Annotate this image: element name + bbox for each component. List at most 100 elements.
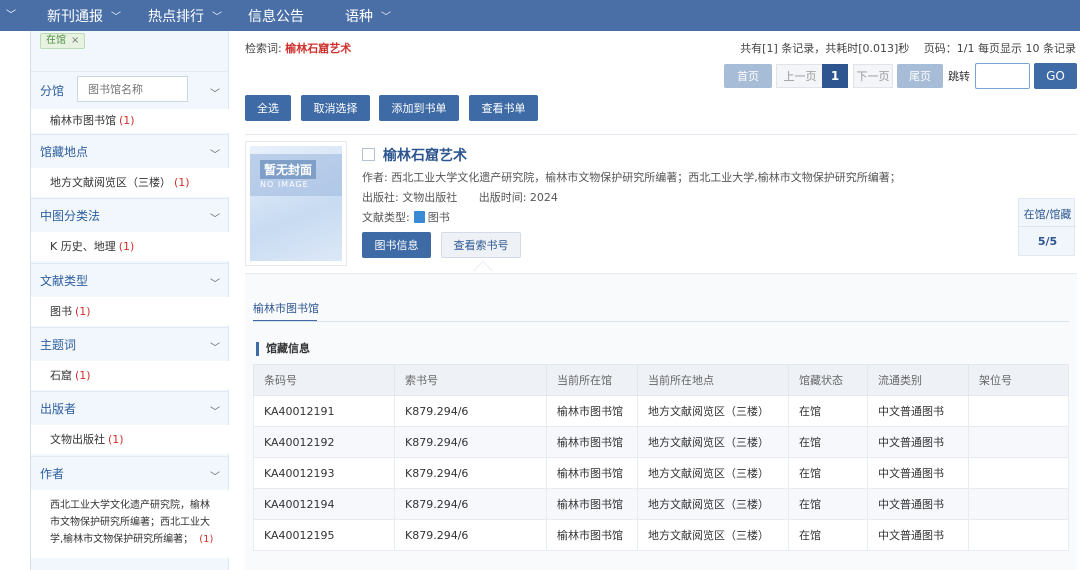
location-cell: 地方文献阅览区（三楼）	[637, 426, 789, 458]
cover-title: 暂无封面	[260, 160, 317, 179]
circulation-cell: 中文普通图书	[867, 395, 969, 427]
record-title[interactable]: 榆林石窟艺术	[383, 145, 467, 165]
facet-title: 馆藏地点	[40, 145, 89, 159]
column-header: 当前所在地点	[637, 364, 789, 396]
circulation-cell: 中文普通图书	[867, 519, 969, 551]
status-cell: 在馆	[788, 426, 868, 458]
facet-item[interactable]: 图书 (1)	[31, 297, 229, 326]
facet-item-count: (1)	[119, 114, 135, 127]
cover-subtitle: NO IMAGE	[260, 180, 309, 189]
nav-item-notices[interactable]: 信息公告	[248, 0, 304, 31]
facet-item[interactable]: 文物出版社 (1)	[31, 425, 229, 454]
barcode-cell: KA40012194	[253, 488, 395, 520]
callno-cell: K879.294/6	[394, 426, 547, 458]
callno-cell: K879.294/6	[394, 488, 547, 520]
facet-item-label: 石窟	[50, 369, 72, 382]
add-to-list-button[interactable]: 添加到书单	[379, 95, 459, 121]
facet-subject-header[interactable]: 主题词 ﹀	[31, 327, 229, 361]
go-button[interactable]: GO	[1034, 63, 1077, 89]
branch-search-input[interactable]	[77, 76, 188, 102]
facet-item-author[interactable]: 西北工业大学文化遗产研究院，榆林 市文物保护研究所编著；西北工业大 学,榆林市文…	[31, 490, 229, 558]
current-page[interactable]: 1	[822, 64, 848, 88]
tab-branch[interactable]: 榆林市图书馆	[253, 300, 319, 316]
table-row: KA40012195 K879.294/6 榆林市图书馆 地方文献阅览区（三楼）…	[253, 519, 1069, 551]
select-all-button[interactable]: 全选	[245, 95, 291, 121]
nav-item-label: 信息公告	[248, 8, 304, 25]
holdings-table: 条码号 索书号 当前所在馆 当前所在地点 馆藏状态 流通类别 架位号 KA400…	[253, 364, 1069, 551]
facet-item-count: (1)	[118, 240, 135, 253]
facet-item[interactable]: 榆林市图书馆 (1)	[31, 109, 229, 133]
facet-author-header[interactable]: 作者 ﹀	[31, 456, 229, 490]
facet-title: 分馆	[40, 84, 65, 98]
shelf-cell	[968, 426, 1069, 458]
chevron-down-icon: ﹀	[210, 150, 220, 161]
author-line: 西北工业大学文化遗产研究院，榆林	[50, 500, 210, 511]
chevron-down-icon[interactable]: ﹀	[6, 6, 16, 21]
doctype-value: 图书	[427, 211, 450, 224]
facet-classification-header[interactable]: 中图分类法 ﹀	[31, 198, 229, 232]
first-page-button[interactable]: 首页	[724, 64, 772, 88]
facet-item[interactable]: 地方文献阅览区（三楼） (1)	[31, 168, 229, 197]
facet-item[interactable]: 石窟 (1)	[31, 361, 229, 390]
last-page-button[interactable]: 尾页	[897, 64, 943, 88]
library-cell: 榆林市图书馆	[546, 426, 638, 458]
table-row: KA40012193 K879.294/6 榆林市图书馆 地方文献阅览区（三楼）…	[253, 457, 1069, 489]
facet-item-label: 图书	[50, 305, 72, 318]
book-cover[interactable]: 暂无封面 NO IMAGE	[245, 141, 347, 266]
nav-item-language[interactable]: 语种 ﹀	[345, 0, 391, 31]
facet-item-count: (1)	[75, 305, 91, 318]
callno-cell: K879.294/6	[394, 395, 547, 427]
next-page-button[interactable]: 下一页	[853, 64, 893, 88]
record-publisher-line: 出版社: 文物出版社 出版时间: 2024	[362, 189, 558, 205]
nav-item-hot-ranking[interactable]: 热点排行 ﹀	[148, 0, 222, 31]
table-row: KA40012192 K879.294/6 榆林市图书馆 地方文献阅览区（三楼）…	[253, 426, 1069, 458]
callno-cell: K879.294/6	[394, 457, 547, 489]
view-list-button[interactable]: 查看书单	[469, 95, 538, 121]
stock-box: 在馆/馆藏 5/5	[1018, 198, 1076, 256]
facet-title: 中图分类法	[40, 209, 101, 223]
stock-value: 5/5	[1037, 235, 1058, 248]
library-cell: 榆林市图书馆	[546, 488, 638, 520]
status-cell: 在馆	[788, 395, 868, 427]
circulation-cell: 中文普通图书	[867, 488, 969, 520]
chevron-down-icon: ﹀	[212, 12, 222, 23]
chevron-down-icon: ﹀	[111, 12, 121, 23]
facet-title: 出版者	[40, 402, 77, 416]
active-filter-chip[interactable]: 在馆 ×	[40, 33, 86, 49]
book-info-button[interactable]: 图书信息	[362, 232, 431, 258]
column-header: 索书号	[394, 364, 547, 396]
record-checkbox[interactable]	[362, 148, 375, 161]
record-publisher: 出版社: 文物出版社	[362, 191, 458, 204]
facet-sidebar: 在馆× 分馆 ﹀ 榆林市图书馆(1) 馆藏地点 ﹀ 地方文献阅览区（三楼）(1)…	[31, 31, 229, 570]
barcode-cell: KA40012192	[253, 426, 395, 458]
library-cell: 榆林市图书馆	[546, 395, 638, 427]
facet-item-label: K 历史、地理	[50, 240, 116, 253]
shelf-cell	[968, 519, 1069, 551]
facet-item-count: (1)	[75, 369, 91, 382]
holdings-panel: 榆林市图书馆 馆藏信息 条码号 索书号 当前所在馆 当前所在地点 馆藏状态 流通…	[245, 273, 1077, 570]
stock-label: 在馆/馆藏	[1023, 208, 1072, 221]
jump-page-input[interactable]	[975, 63, 1030, 89]
keyword-label: 检索词:	[245, 42, 282, 55]
cancel-select-button[interactable]: 取消选择	[301, 95, 370, 121]
nav-item-new-books[interactable]: 新刊通报 ﹀	[47, 0, 121, 31]
location-cell: 地方文献阅览区（三楼）	[637, 519, 789, 551]
jump-label: 跳转	[948, 70, 970, 83]
column-header: 馆藏状态	[788, 364, 868, 396]
nav-item-label: 语种	[345, 8, 373, 25]
facet-title: 作者	[40, 467, 65, 481]
facet-item[interactable]: K 历史、地理 (1)	[31, 232, 229, 261]
view-callno-button[interactable]: 查看索书号	[441, 232, 521, 258]
close-icon[interactable]: ×	[71, 35, 79, 46]
facet-publisher-header[interactable]: 出版者 ﹀	[31, 391, 229, 425]
facet-doctype-header[interactable]: 文献类型 ﹀	[31, 263, 229, 297]
shelf-cell	[968, 457, 1069, 489]
top-nav: ﹀ 新刊通报 ﹀ 热点排行 ﹀ 信息公告 语种 ﹀	[0, 0, 1080, 31]
divider	[1019, 226, 1076, 227]
section-title: 馆藏信息	[256, 342, 310, 356]
facet-location-header[interactable]: 馆藏地点 ﹀	[31, 134, 229, 168]
table-row: KA40012194 K879.294/6 榆林市图书馆 地方文献阅览区（三楼）…	[253, 488, 1069, 520]
barcode-cell: KA40012193	[253, 457, 395, 489]
prev-page-button[interactable]: 上一页	[776, 64, 824, 88]
facet-title: 主题词	[40, 338, 77, 352]
